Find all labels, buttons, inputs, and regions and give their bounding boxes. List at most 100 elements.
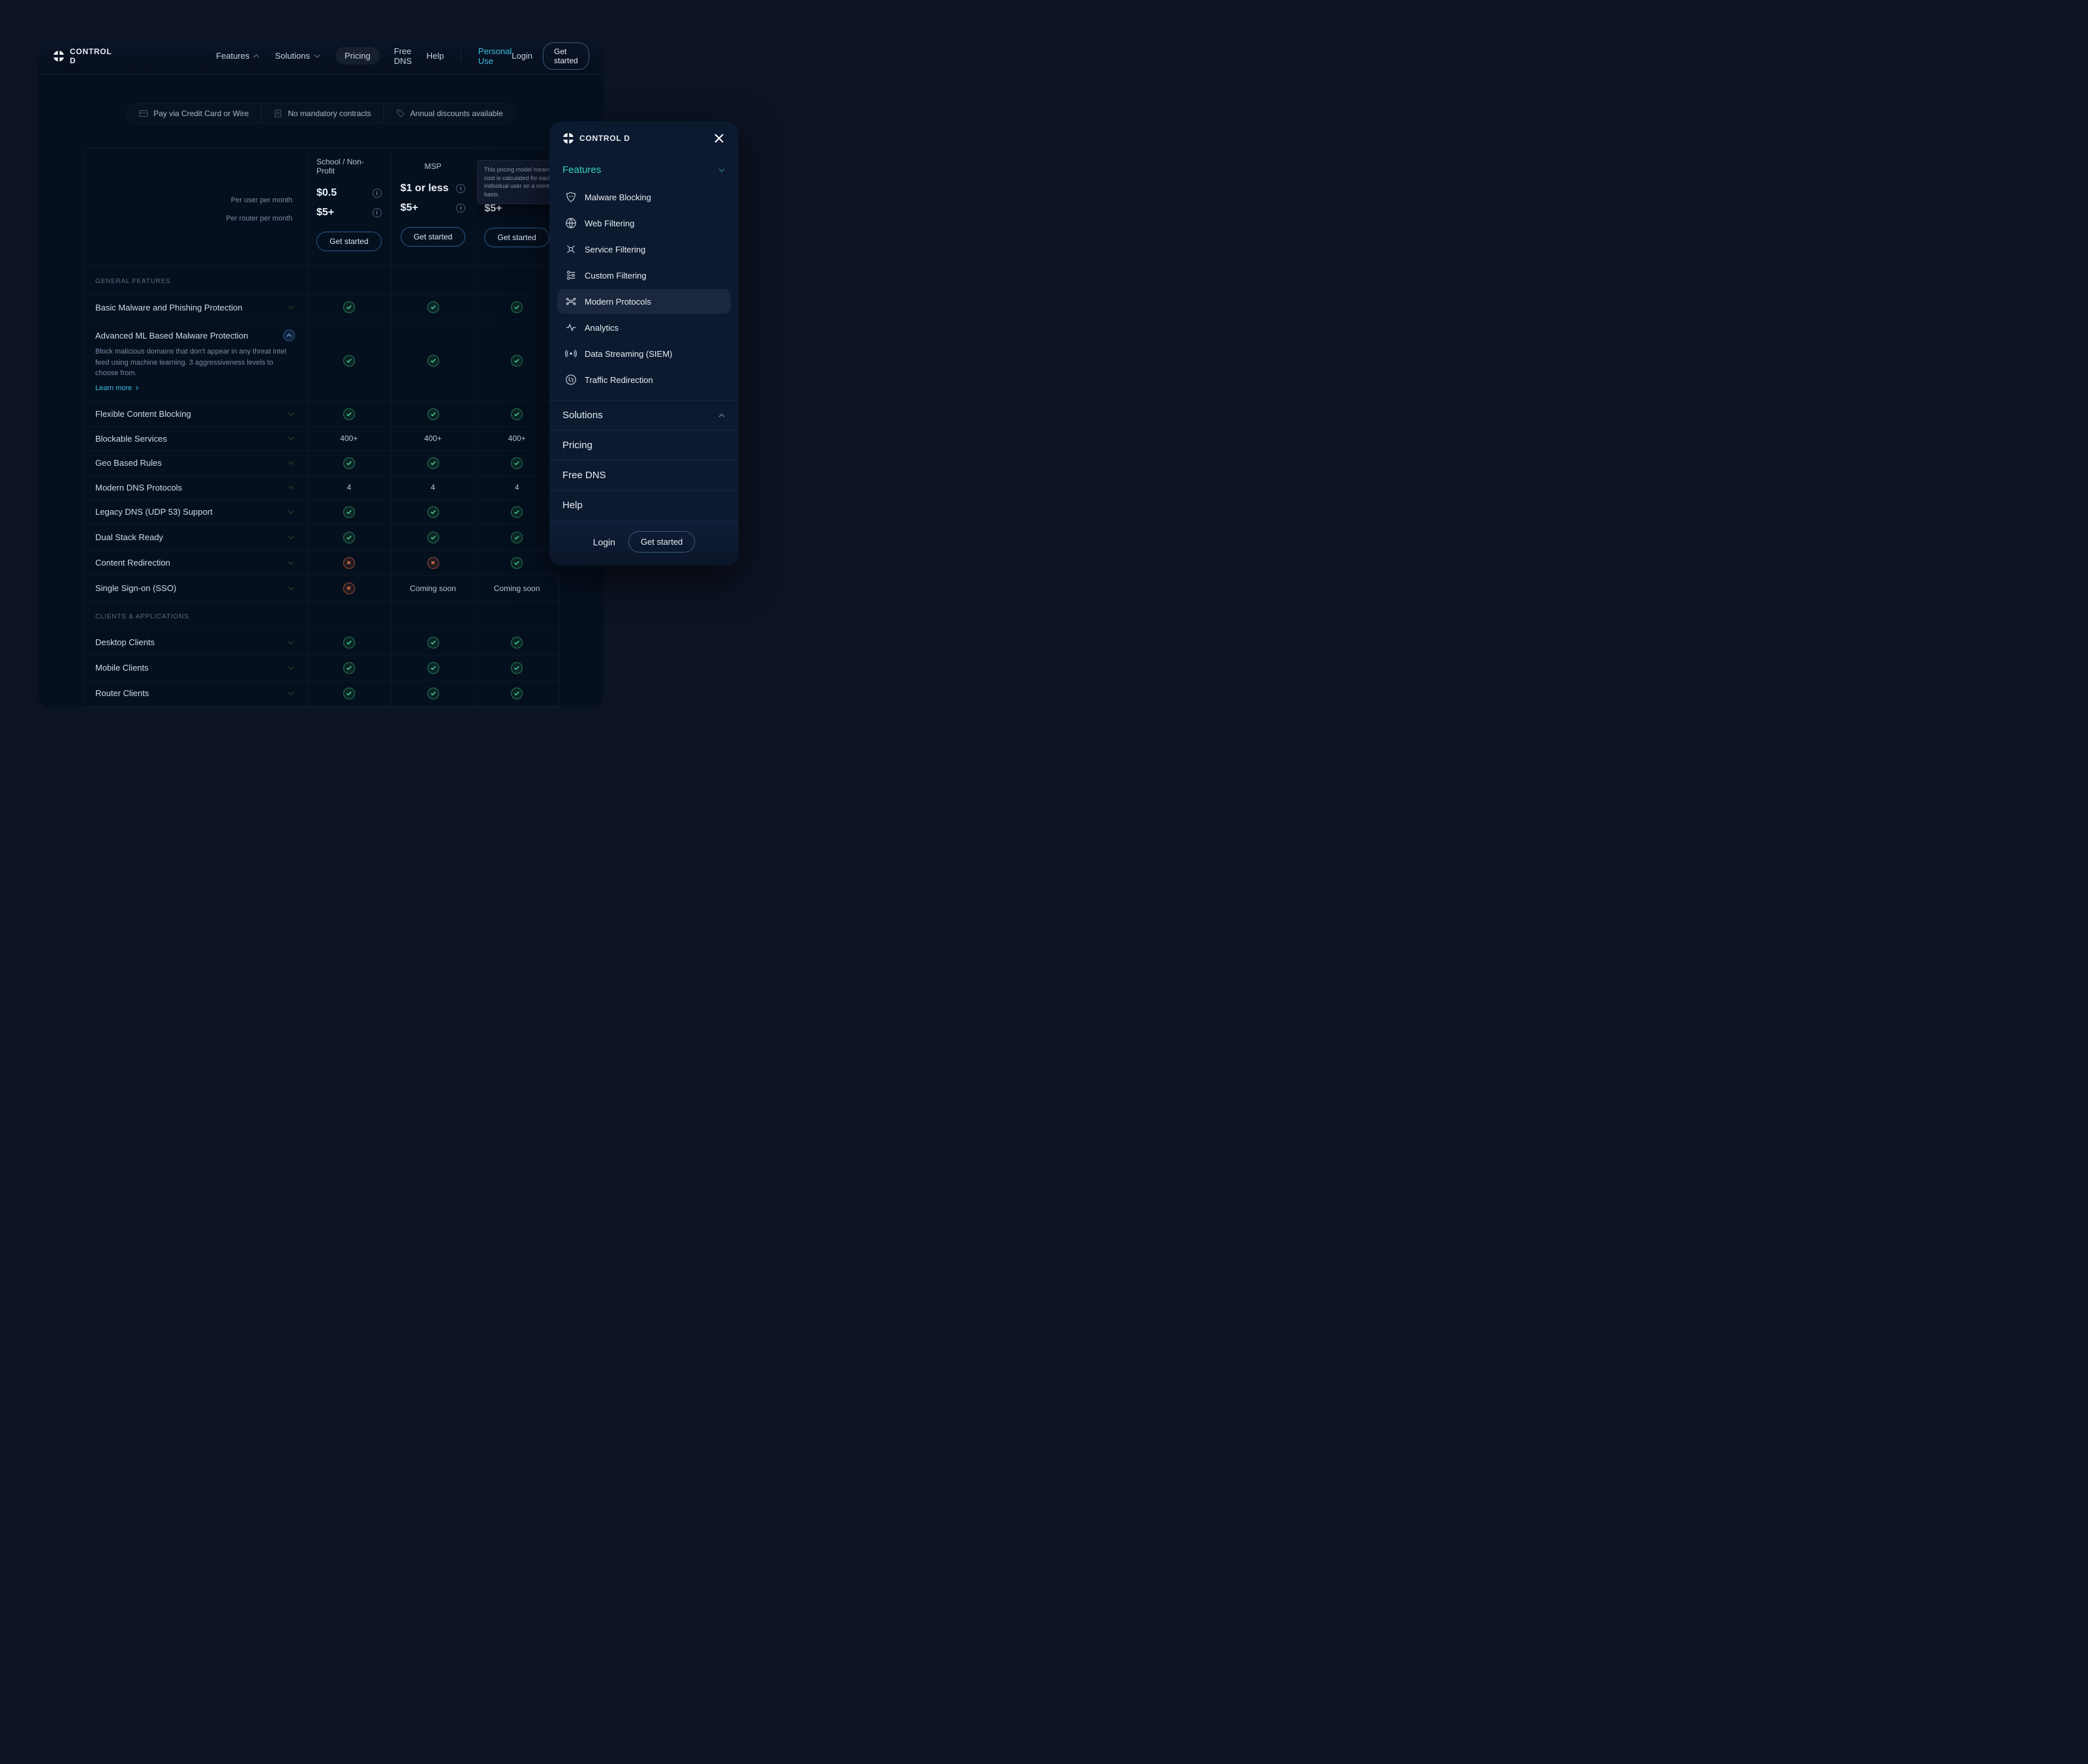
check-icon <box>511 532 523 543</box>
feature-cell <box>307 551 391 575</box>
mobile-feature-item[interactable]: Custom Filtering <box>557 263 731 288</box>
check-icon <box>343 662 355 674</box>
mobile-link-help[interactable]: Help <box>549 491 739 521</box>
feature-label[interactable]: Modern DNS Protocols <box>84 476 307 499</box>
mobile-link-freedns[interactable]: Free DNS <box>549 461 739 491</box>
nav-right: Login Get started <box>512 42 589 70</box>
info-icon[interactable]: i <box>373 208 382 217</box>
feature-label[interactable]: Single Sign-on (SSO) <box>84 576 307 601</box>
nav-freedns[interactable]: Free DNS <box>394 46 412 66</box>
feature-label[interactable]: Blockable Services <box>84 427 307 450</box>
feature-label[interactable]: Content Redirection <box>84 551 307 575</box>
check-icon <box>511 506 523 518</box>
mobile-feature-item[interactable]: Traffic Redirection <box>557 367 731 392</box>
check-icon <box>427 688 439 699</box>
feature-description: Block malicious domains that don't appea… <box>95 346 295 379</box>
feature-cell <box>307 681 391 706</box>
main-window: CONTROL D Features Solutions Pricing Fre… <box>38 38 604 707</box>
nav-items: Features Solutions Pricing Free DNS Help… <box>216 46 512 66</box>
mobile-link-pricing[interactable]: Pricing <box>549 431 739 461</box>
feature-cell: Coming soon <box>474 576 559 601</box>
mobile-solutions-toggle[interactable]: Solutions <box>549 401 739 430</box>
feature-cell <box>474 656 559 680</box>
get-started-business[interactable]: Get started <box>484 228 549 247</box>
x-icon <box>343 583 355 594</box>
section-clients: CLIENTS & APPLICATIONS <box>84 601 559 630</box>
nav-help[interactable]: Help <box>427 51 444 61</box>
chevron-down-icon <box>287 639 295 646</box>
cell-value: Coming soon <box>494 584 540 593</box>
nav-personal-use[interactable]: Personal Use <box>478 46 512 66</box>
check-icon <box>427 662 439 674</box>
per-router-label: Per router per month <box>226 215 293 222</box>
mobile-feature-item[interactable]: Web Filtering <box>557 211 731 236</box>
info-icon[interactable]: i <box>373 189 382 198</box>
nav-pricing[interactable]: Pricing <box>335 47 380 65</box>
mobile-feature-item[interactable]: Malware Blocking <box>557 185 731 209</box>
mobile-solutions-section: Solutions <box>549 401 739 431</box>
feature-row: Blockable Services400+400+400+ <box>84 427 559 451</box>
get-started-button[interactable]: Get started <box>543 42 589 70</box>
chevron-up-icon <box>253 52 260 60</box>
mobile-feature-item[interactable]: Service Filtering <box>557 237 731 262</box>
feature-label[interactable]: Desktop Clients <box>84 630 307 655</box>
chevron-up-icon <box>718 412 726 419</box>
chevron-down-icon <box>718 166 726 174</box>
credit-card-icon <box>139 109 148 118</box>
collapse-icon[interactable] <box>283 329 295 341</box>
chevron-down-icon <box>287 585 295 592</box>
feature-cell <box>307 630 391 655</box>
feature-label[interactable]: Geo Based Rules <box>84 451 307 476</box>
feature-label[interactable]: Advanced ML Based Malware ProtectionBloc… <box>84 320 307 401</box>
nav-solutions[interactable]: Solutions <box>275 51 320 61</box>
plan-col-msp: MSP $1 or lessi $5+i Get started <box>391 148 475 266</box>
mobile-brand-logo[interactable]: CONTROL D <box>562 132 630 144</box>
feature-cell <box>391 500 475 525</box>
check-icon <box>511 557 523 569</box>
mobile-features-toggle[interactable]: Features <box>549 155 739 185</box>
info-icon[interactable]: i <box>456 204 465 213</box>
feature-cell <box>391 630 475 655</box>
feature-row: Legacy DNS (UDP 53) Support <box>84 500 559 525</box>
plan-header-labels: Per user per month Per router per month <box>84 148 307 266</box>
check-icon <box>343 457 355 469</box>
chip-discounts: Annual discounts available <box>384 103 515 124</box>
get-started-school[interactable]: Get started <box>316 232 382 251</box>
check-icon <box>343 355 355 367</box>
feature-label[interactable]: Dual Stack Ready <box>84 525 307 550</box>
mobile-feature-item[interactable]: Data Streaming (SIEM) <box>557 341 731 366</box>
learn-more-link[interactable]: Learn more <box>95 384 140 392</box>
feature-cell: 400+ <box>474 427 559 450</box>
get-started-msp[interactable]: Get started <box>401 227 466 247</box>
check-icon <box>343 637 355 648</box>
check-icon <box>511 457 523 469</box>
feature-cell: 4 <box>307 476 391 499</box>
feature-label[interactable]: Mobile Clients <box>84 656 307 680</box>
feature-cell <box>474 500 559 525</box>
feature-label[interactable]: Router Clients <box>84 681 307 706</box>
login-link[interactable]: Login <box>512 51 532 61</box>
mobile-feature-item[interactable]: Analytics <box>557 315 731 340</box>
feature-cell <box>391 295 475 320</box>
close-icon[interactable] <box>713 132 726 145</box>
check-icon <box>427 532 439 543</box>
feature-cell: 400+ <box>391 427 475 450</box>
feature-label[interactable]: Flexible Content Blocking <box>84 402 307 427</box>
feature-cell <box>474 295 559 320</box>
chevron-down-icon <box>287 664 295 672</box>
chevron-down-icon <box>287 303 295 311</box>
feature-label[interactable]: Basic Malware and Phishing Protection <box>84 295 307 320</box>
pulse-icon <box>565 322 577 333</box>
feature-cell: Coming soon <box>391 576 475 601</box>
feature-label[interactable]: Legacy DNS (UDP 53) Support <box>84 500 307 525</box>
mobile-feature-item[interactable]: Modern Protocols <box>557 289 731 314</box>
nav-features[interactable]: Features <box>216 51 260 61</box>
check-icon <box>511 688 523 699</box>
plan-col-school: School / Non-Profit $0.5i $5+i Get start… <box>307 148 391 266</box>
feature-cell <box>307 320 391 401</box>
mobile-get-started[interactable]: Get started <box>628 531 695 553</box>
feature-cell <box>307 295 391 320</box>
brand-logo[interactable]: CONTROL D <box>53 47 112 65</box>
info-icon[interactable]: i <box>456 184 465 193</box>
mobile-login[interactable]: Login <box>593 537 615 547</box>
